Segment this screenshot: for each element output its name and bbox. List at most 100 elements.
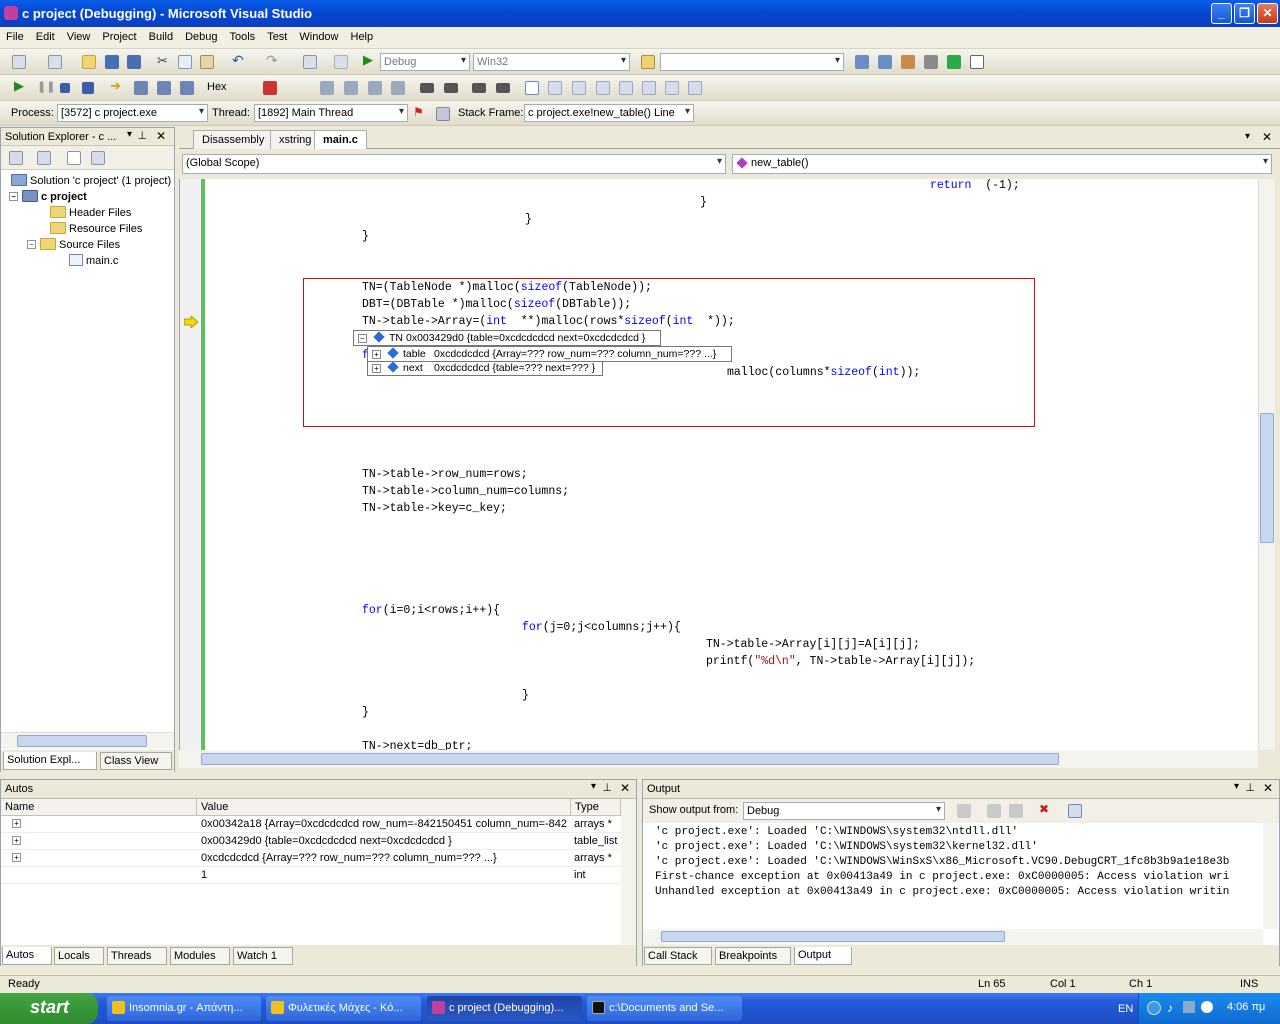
comment-icon[interactable] [472,83,486,93]
column-name[interactable]: Name [1,799,197,816]
horizontal-scrollbar[interactable] [179,750,1258,768]
expand-icon[interactable]: + [12,853,21,862]
pane-dropdown-icon[interactable]: ▾ [127,129,132,140]
find-combo[interactable] [660,53,844,71]
clear-bookmarks-icon[interactable] [688,81,702,95]
navigate-backward-icon[interactable] [303,55,317,69]
flag-threads-icon[interactable]: ⚑ [413,105,427,119]
horizontal-scrollbar[interactable] [643,929,1263,945]
thread-dropdown[interactable]: [1892] Main Thread [254,104,408,122]
solution-explorer-icon[interactable] [855,55,869,69]
menu-edit[interactable]: Edit [30,27,61,43]
close-button[interactable]: ✕ [1257,3,1278,24]
tab-xstring[interactable]: xstring [270,130,321,149]
network-icon[interactable] [1183,1001,1195,1013]
paste-icon[interactable] [200,55,214,69]
prev-bookmark-icon[interactable] [548,81,562,95]
menu-help[interactable]: Help [345,27,380,43]
save-all-icon[interactable] [127,55,141,69]
variable-value[interactable]: 0xcdcdcdcd {Array=??? row_num=??? column… [201,852,567,864]
scroll-thumb[interactable] [17,735,147,747]
column-value[interactable]: Value [197,799,571,816]
tree-resource-files[interactable]: Resource Files [50,222,142,235]
horizontal-scrollbar[interactable] [1,732,174,749]
autos-row[interactable]: +TN0x003429d0 {table=0xcdcdcdcd next=0xc… [1,833,621,850]
menu-debug[interactable]: Debug [179,27,223,43]
layout-icon[interactable] [344,81,358,95]
code-view[interactable]: return (-1);}}} TN=(TableNode *)malloc(si… [179,179,1258,750]
step-over-icon[interactable] [157,81,171,95]
task-visual-studio[interactable]: c project (Debugging)... [427,996,582,1021]
find-message-icon[interactable] [957,804,971,818]
menu-window[interactable]: Window [293,27,344,43]
start-button[interactable]: start [0,993,98,1024]
redo-icon[interactable]: ↷ [266,52,280,68]
step-out-icon[interactable] [180,81,194,95]
add-item-icon[interactable] [48,55,62,69]
vertical-scrollbar[interactable] [1258,179,1275,750]
tab-output[interactable]: Output [794,947,852,965]
start-debugging-icon[interactable]: ▶ [363,52,377,67]
close-pane-icon[interactable]: ✕ [156,129,166,143]
tree-header-files[interactable]: Header Files [50,206,131,219]
tab-watch-1[interactable]: Watch 1 [233,947,293,965]
outdent-icon[interactable] [420,83,434,93]
vertical-scrollbar[interactable] [621,799,636,945]
variable-value[interactable]: 1 [201,869,567,881]
prev-bookmark-doc-icon[interactable] [642,81,656,95]
indent-icon[interactable] [444,83,458,93]
prev-message-icon[interactable] [987,804,1001,818]
autos-row[interactable]: rows1int [1,867,621,884]
close-pane-icon[interactable]: ✕ [620,781,630,795]
class-diagram-icon[interactable] [91,151,105,165]
new-project-icon[interactable] [12,55,26,69]
stop-debugging-icon[interactable] [60,83,70,93]
uncomment-icon[interactable] [496,83,510,93]
close-document-icon[interactable]: ✕ [1262,130,1272,144]
pane-dropdown-icon[interactable]: ▾ [591,781,596,792]
collapse-icon[interactable]: − [9,192,18,201]
task-insomnia[interactable]: Insomnia.gr - Απάντη... [107,996,261,1021]
collapse-icon[interactable]: − [358,334,367,343]
other-windows-icon[interactable] [970,55,984,69]
language-indicator[interactable]: EN [1118,1003,1133,1015]
menu-build[interactable]: Build [143,27,179,43]
pane-dropdown-icon[interactable]: ▾ [1234,781,1239,792]
volume-icon[interactable]: ♪ [1167,1001,1173,1015]
undo-icon[interactable]: ↶ [232,52,246,68]
show-output-dropdown[interactable]: Debug [743,802,945,820]
expand-icon[interactable]: + [372,350,381,359]
menu-file[interactable]: File [0,27,30,43]
stack-frame-dropdown[interactable]: c project.exe!new_table() Line [524,104,694,122]
restart-icon[interactable] [82,82,94,94]
hex-toggle[interactable]: Hex [207,81,227,93]
task-command-prompt[interactable]: c:\Documents and Se... [587,996,742,1021]
menu-test[interactable]: Test [261,27,293,43]
pointer-icon[interactable] [368,81,382,95]
properties-icon[interactable] [878,55,892,69]
next-bookmark-icon[interactable] [572,81,586,95]
menu-tools[interactable]: Tools [224,27,262,43]
tab-breakpoints[interactable]: Breakpoints [715,947,791,965]
task-tribal-wars[interactable]: Φυλετικές Μάχες - Κό... [266,996,421,1021]
copy-icon[interactable] [178,55,192,69]
tab-modules[interactable]: Modules [170,947,230,965]
function-dropdown[interactable]: new_table() [732,154,1272,174]
menu-view[interactable]: View [61,27,97,43]
active-files-dropdown-icon[interactable]: ▾ [1245,131,1250,142]
tab-solution-explorer[interactable]: Solution Expl... [3,752,97,770]
scroll-thumb[interactable] [1260,413,1274,543]
tree-source-files[interactable]: − Source Files [27,238,120,251]
tab-threads[interactable]: Threads [107,947,167,965]
expand-icon[interactable]: + [372,364,381,373]
tab-class-view[interactable]: Class View [100,752,172,770]
tree-main-c[interactable]: main.c [69,254,118,267]
tab-call-stack[interactable]: Call Stack [644,947,712,965]
prev-bookmark-folder-icon[interactable] [596,81,610,95]
tab-locals[interactable]: Locals [54,947,104,965]
collapse-icon[interactable]: − [27,240,36,249]
step-into-icon[interactable] [134,81,148,95]
datatip-child-next[interactable]: + next 0xcdcdcdcd {table=??? next=??? } [367,361,603,376]
autos-row[interactable]: +TN->table0xcdcdcdcd {Array=??? row_num=… [1,850,621,867]
clear-all-icon[interactable]: ✖ [1039,802,1053,816]
